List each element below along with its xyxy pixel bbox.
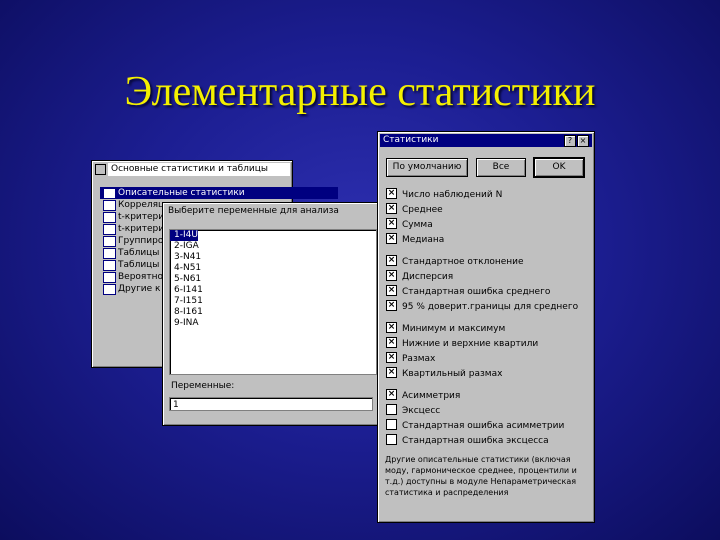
checkbox[interactable]: × xyxy=(386,352,397,363)
table-icon xyxy=(103,212,116,223)
select-variables-window: Выберите переменные для анализа 1-I4U 2-… xyxy=(162,202,384,426)
checkbox[interactable]: × xyxy=(386,300,397,311)
checkbox[interactable]: × xyxy=(386,218,397,229)
table-icon xyxy=(103,224,116,235)
option-quartiles[interactable]: × Нижние и верхние квартили xyxy=(386,337,538,351)
option-skewness[interactable]: × Асимметрия xyxy=(386,389,460,403)
option-sum[interactable]: × Сумма xyxy=(386,218,433,232)
variables-input[interactable]: 1 xyxy=(169,397,373,411)
checkbox[interactable]: × xyxy=(386,389,397,400)
ok-button[interactable]: OK xyxy=(533,157,585,178)
checkbox[interactable]: × xyxy=(386,233,397,244)
option-std-err-kurt[interactable]: Стандартная ошибка эксцесса xyxy=(386,434,549,448)
option-std-dev[interactable]: × Стандартное отклонение xyxy=(386,255,524,269)
option-kurtosis[interactable]: Эксцесс xyxy=(386,404,440,418)
table-icon xyxy=(103,236,116,247)
option-mean[interactable]: × Среднее xyxy=(386,203,443,217)
variables-listbox[interactable]: 1-I4U 2-IGA 3-N41 4-N51 5-N61 6-I141 7-I… xyxy=(169,229,377,375)
list-item[interactable]: 4-N51 xyxy=(170,263,376,274)
slide-title: Элементарные статистики xyxy=(124,69,596,115)
default-button[interactable]: По умолчанию xyxy=(386,158,468,177)
checkbox[interactable]: × xyxy=(386,322,397,333)
option-std-err-skew[interactable]: Стандартная ошибка асимметрии xyxy=(386,419,564,433)
list-item[interactable]: Описательные статистики xyxy=(100,187,338,199)
table-icon xyxy=(103,188,116,199)
option-median[interactable]: × Медиана xyxy=(386,233,444,247)
checkbox[interactable]: × xyxy=(386,367,397,378)
list-item[interactable]: 2-IGA xyxy=(170,241,376,252)
table-icon xyxy=(103,272,116,283)
variables-label: Переменные: xyxy=(171,381,235,391)
checkbox[interactable] xyxy=(386,404,397,415)
list-item[interactable]: 3-N41 xyxy=(170,252,376,263)
table-icon xyxy=(103,284,116,295)
list-item[interactable]: 5-N61 xyxy=(170,274,376,285)
option-conf-limits[interactable]: × 95 % доверит.границы для среднего xyxy=(386,300,578,314)
close-button[interactable]: × xyxy=(577,135,589,147)
option-range[interactable]: × Размах xyxy=(386,352,435,366)
statistics-window: Статистики ? × По умолчанию Все OK × Числ… xyxy=(377,131,595,523)
info-note: Другие описательные статистики (включая … xyxy=(385,455,577,497)
checkbox[interactable] xyxy=(386,434,397,445)
option-iqr[interactable]: × Квартильный размах xyxy=(386,367,502,381)
checkbox[interactable]: × xyxy=(386,188,397,199)
checkbox[interactable]: × xyxy=(386,255,397,266)
list-item[interactable]: 7-I151 xyxy=(170,296,376,307)
system-menu-icon[interactable] xyxy=(95,164,106,175)
option-n[interactable]: × Число наблюдений N xyxy=(386,188,502,202)
checkbox[interactable]: × xyxy=(386,270,397,281)
window-title: Основные статистики и таблицы xyxy=(108,163,290,176)
list-item[interactable]: 1-I4U xyxy=(170,230,198,241)
help-button[interactable]: ? xyxy=(564,135,576,147)
checkbox[interactable]: × xyxy=(386,337,397,348)
all-button[interactable]: Все xyxy=(476,158,526,177)
checkbox[interactable] xyxy=(386,419,397,430)
list-item[interactable]: 6-I141 xyxy=(170,285,376,296)
option-variance[interactable]: × Дисперсия xyxy=(386,270,453,284)
checkbox[interactable]: × xyxy=(386,203,397,214)
table-icon xyxy=(103,260,116,271)
list-item[interactable]: 8-I161 xyxy=(170,307,376,318)
list-item[interactable]: 9-INA xyxy=(170,318,376,329)
window-title: Выберите переменные для анализа xyxy=(165,205,381,217)
option-std-err-mean[interactable]: × Стандартная ошибка среднего xyxy=(386,285,550,299)
window-title: Статистики xyxy=(380,134,592,147)
checkbox[interactable]: × xyxy=(386,285,397,296)
table-icon xyxy=(103,248,116,259)
option-min-max[interactable]: × Минимум и максимум xyxy=(386,322,505,336)
table-icon xyxy=(103,200,116,211)
